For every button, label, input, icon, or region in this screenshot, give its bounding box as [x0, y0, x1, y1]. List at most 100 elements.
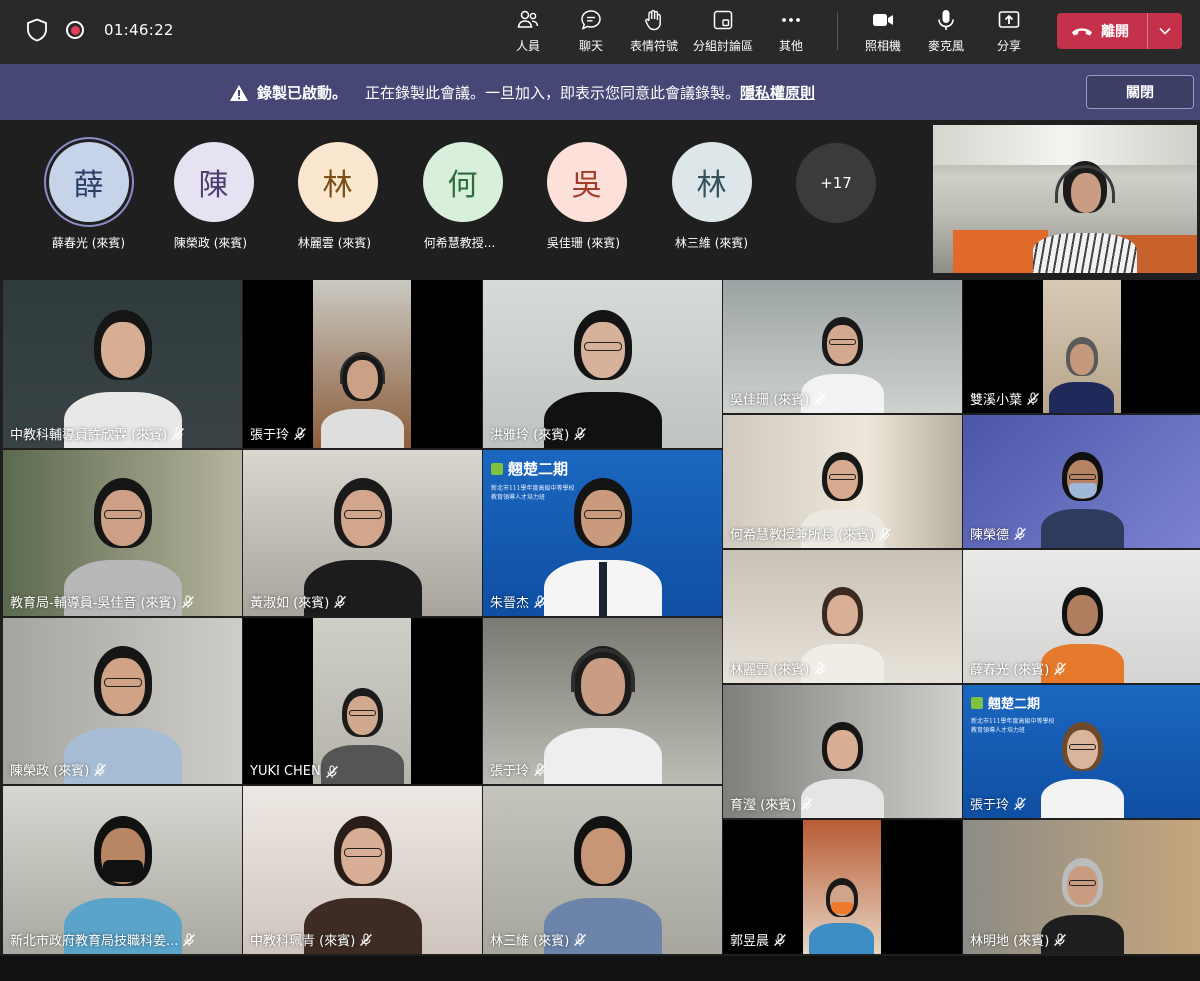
meeting-timer: 01:46:22	[104, 21, 174, 39]
video-tile-name-text: 黃淑如 (來賓)	[250, 596, 330, 611]
video-tile[interactable]: 雙溪小葉	[963, 280, 1200, 413]
leave-button[interactable]: 離開	[1057, 13, 1147, 49]
video-tile-name: 教育局-輔導員-吳佳音 (來賓)	[10, 592, 195, 611]
participant-avatar-item[interactable]: 吳吳佳珊 (來賓)	[524, 142, 649, 251]
video-tile-name-text: 教育局-輔導員-吳佳音 (來賓)	[10, 596, 177, 611]
video-tile-name-text: 朱晉杰	[490, 596, 530, 611]
leave-label: 離開	[1101, 24, 1129, 40]
camera-button[interactable]: 照相機	[850, 8, 916, 58]
share-label: 分享	[996, 39, 1021, 53]
participant-video	[1037, 449, 1128, 548]
video-tile[interactable]: 育瀅 (來賓)	[723, 685, 962, 818]
meeting-status: 01:46:22	[26, 18, 174, 42]
participant-video	[317, 349, 408, 448]
video-tile-name-text: YUKI CHEN	[250, 764, 321, 779]
video-tile-name-text: 陳榮政 (來賓)	[10, 764, 90, 779]
video-tile-name: 林麗雲 (來賓)	[730, 659, 827, 678]
video-feed-portrait	[803, 820, 881, 954]
video-tile[interactable]: 吳佳珊 (來賓)	[723, 280, 962, 413]
participant-name-text: 吳佳珊 (來賓)	[546, 236, 621, 250]
mic-muted-icon	[94, 762, 107, 776]
video-tile[interactable]: 林三維 (來賓)	[483, 786, 722, 954]
video-tile[interactable]: YUKI CHEN	[243, 618, 482, 784]
participant-avatar-item[interactable]: 何何希慧教授...	[400, 142, 525, 251]
mic-muted-icon	[294, 426, 306, 440]
people-button[interactable]: 人員	[495, 8, 561, 58]
mic-muted-icon	[172, 426, 185, 440]
participant-name: 何希慧教授...	[424, 234, 501, 251]
share-screen-icon	[998, 11, 1020, 28]
self-view-person	[1025, 155, 1145, 273]
mic-muted-icon	[534, 762, 546, 776]
video-tile[interactable]: 薛春光 (來賓)	[963, 550, 1200, 683]
video-tile[interactable]: 何希慧教授兼所長 (來賓)	[723, 415, 962, 548]
video-tile-name-text: 張于玲	[970, 798, 1010, 813]
video-tile-name-text: 育瀅 (來賓)	[730, 798, 797, 813]
banner-close-button[interactable]: 關閉	[1086, 75, 1194, 109]
more-participants-button[interactable]: +17	[796, 143, 876, 223]
reactions-button[interactable]: 表情符號	[621, 8, 687, 58]
leave-options-dropdown[interactable]	[1148, 13, 1182, 49]
video-tile-name-text: 林明地 (來賓)	[970, 934, 1050, 949]
camera-icon	[873, 14, 893, 26]
video-tile[interactable]: 林明地 (來賓)	[963, 820, 1200, 954]
video-tile[interactable]: 教育局-輔導員-吳佳音 (來賓)	[3, 450, 242, 616]
video-tile-name-text: 何希慧教授兼所長 (來賓)	[730, 528, 875, 543]
shield-icon	[27, 18, 47, 42]
video-tile-name-text: 吳佳珊 (來賓)	[730, 393, 810, 408]
mic-muted-icon	[334, 594, 347, 608]
video-tile[interactable]: 郭昱晨	[723, 820, 962, 954]
microphone-label: 麥克風	[927, 39, 964, 53]
participant-avatar-item[interactable]: 陳陳榮政 (來賓)	[151, 142, 276, 251]
video-tile[interactable]: 翹楚二期 新北市111學年度高級中等學校 教育領導人才培力班 張于玲	[963, 685, 1200, 818]
video-tile[interactable]: 張于玲	[243, 280, 482, 448]
mic-muted-icon	[1027, 391, 1039, 405]
mic-muted-icon	[325, 764, 338, 778]
video-tile[interactable]: 翹楚二期 新北市111學年度高級中等學校 教育領導人才培力班 朱晉杰	[483, 450, 722, 616]
participant-video	[538, 474, 668, 616]
video-tile[interactable]: 洪雅玲 (來賓)	[483, 280, 722, 448]
chat-button[interactable]: 聊天	[558, 8, 624, 58]
participant-avatar-item[interactable]: 林林三維 (來賓)	[649, 142, 774, 251]
microphone-button[interactable]: 麥克風	[913, 8, 979, 58]
reactions-label: 表情符號	[629, 39, 678, 53]
chat-icon	[581, 10, 601, 30]
avatar: 陳	[173, 142, 254, 222]
breakout-rooms-label: 分組討論區	[692, 39, 753, 53]
video-tile-name-text: 林三維 (來賓)	[490, 934, 570, 949]
toolbar-divider	[837, 12, 838, 50]
video-tile-name: 育瀅 (來賓)	[730, 794, 814, 813]
video-tile[interactable]: 黃淑如 (來賓)	[243, 450, 482, 616]
video-tile-name-text: 薛春光 (來賓)	[970, 663, 1050, 678]
participant-avatar-item[interactable]: 薛薛春光 (來賓)	[26, 142, 151, 251]
meeting-toolbar: 01:46:22 人員 聊天 表情符號 分組討論區 其他 照相機 麥克風 分享 …	[0, 0, 1200, 64]
video-tile-name: 吳佳珊 (來賓)	[730, 389, 827, 408]
video-tile-name: 林三維 (來賓)	[490, 930, 587, 949]
video-tile[interactable]: 張于玲	[483, 618, 722, 784]
chat-label: 聊天	[578, 39, 603, 53]
video-tile[interactable]: 陳榮政 (來賓)	[3, 618, 242, 784]
bottom-bar	[0, 956, 1200, 981]
participant-name-text: 林麗雲 (來賓)	[297, 236, 372, 250]
video-feed-portrait	[1043, 280, 1121, 413]
participant-name: 林麗雲 (來賓)	[298, 234, 377, 251]
video-tile[interactable]: 林麗雲 (來賓)	[723, 550, 962, 683]
video-feed-portrait	[313, 280, 411, 448]
recording-message: 錄製已啟動。 正在錄製此會議。一旦加入，即表示您同意此會議錄製。 隱私權原則	[229, 82, 815, 103]
mic-muted-icon	[1054, 932, 1067, 946]
video-tile[interactable]: 中教科珮青 (來賓)	[243, 786, 482, 954]
more-options-button[interactable]: 其他	[758, 8, 824, 58]
mic-muted-icon	[1014, 526, 1026, 540]
video-tile[interactable]: 中教科輔導員許欣霖 (來賓)	[3, 280, 242, 448]
video-tile-name: 張于玲	[970, 794, 1027, 813]
mic-muted-icon	[183, 932, 196, 946]
video-tile[interactable]: 陳榮德	[963, 415, 1200, 548]
breakout-rooms-button[interactable]: 分組討論區	[690, 8, 756, 58]
video-tile-name: 陳榮政 (來賓)	[10, 760, 107, 779]
mic-muted-icon	[801, 796, 814, 810]
video-tile-name-text: 郭昱晨	[730, 934, 770, 949]
participant-avatar-item[interactable]: 林林麗雲 (來賓)	[275, 142, 400, 251]
video-tile[interactable]: 新北市政府教育局技職科姜...	[3, 786, 242, 954]
share-button[interactable]: 分享	[976, 8, 1042, 58]
privacy-policy-link[interactable]: 隱私權原則	[740, 82, 815, 103]
